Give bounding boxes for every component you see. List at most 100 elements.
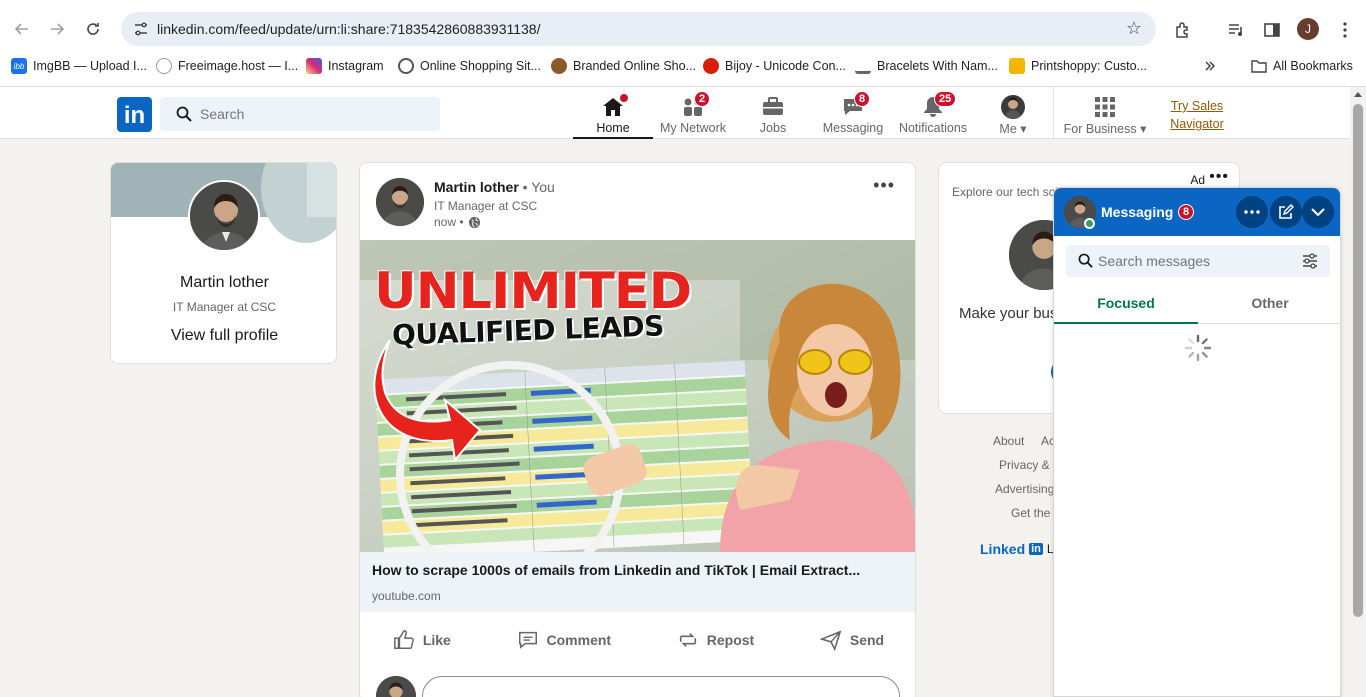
address-bar[interactable]: linkedin.com/feed/update/urn:li:share:71… bbox=[121, 12, 1156, 46]
folder-icon bbox=[1251, 60, 1267, 73]
scroll-up-icon[interactable] bbox=[1354, 92, 1362, 97]
bookmark-item[interactable]: ibb ImgBB — Upload I... bbox=[11, 57, 147, 75]
like-label: Like bbox=[422, 632, 451, 648]
footer-link-advertising[interactable]: Advertising bbox=[995, 482, 1054, 496]
browser-toolbar: linkedin.com/feed/update/urn:li:share:71… bbox=[0, 9, 1366, 49]
browser-menu-icon[interactable] bbox=[1334, 19, 1356, 41]
url-text[interactable]: linkedin.com/feed/update/urn:li:share:71… bbox=[157, 21, 540, 37]
bookmark-item[interactable]: Instagram bbox=[306, 57, 384, 75]
ad-more-icon[interactable]: ••• bbox=[1209, 168, 1229, 186]
search-icon bbox=[176, 106, 192, 122]
try-sales-line1: Try Sales bbox=[1170, 99, 1224, 113]
nav-label: Messaging bbox=[822, 121, 884, 135]
link-title[interactable]: How to scrape 1000s of emails from Linke… bbox=[372, 562, 860, 578]
comment-input[interactable] bbox=[422, 676, 900, 697]
footer-link-privacy[interactable]: Privacy & bbox=[999, 458, 1050, 472]
bookmark-star-icon[interactable]: ☆ bbox=[1126, 18, 1142, 39]
linkedin-header: in Home 2 My Network Jobs 8 Messaging bbox=[0, 87, 1350, 139]
banner-shape bbox=[307, 163, 336, 217]
site-info-icon[interactable] bbox=[133, 21, 149, 37]
for-business-label: For Business bbox=[1063, 122, 1137, 136]
loading-spinner-icon bbox=[1184, 334, 1212, 362]
profile-title: IT Manager at CSC bbox=[172, 300, 277, 314]
nav-me[interactable]: Me ▾ bbox=[973, 87, 1053, 139]
post-link-preview[interactable]: How to scrape 1000s of emails from Linke… bbox=[360, 552, 915, 612]
browser-chrome: linkedin.com/feed/update/urn:li:share:71… bbox=[0, 0, 1366, 87]
post-author-avatar[interactable] bbox=[376, 178, 424, 226]
bookmarks-bar: ibb ImgBB — Upload I... Freeimage.host —… bbox=[0, 53, 1366, 79]
home-dot-badge bbox=[619, 93, 629, 103]
bell-icon: 25 bbox=[921, 91, 957, 119]
branded-shop-icon bbox=[551, 58, 567, 74]
post-link-thumbnail[interactable]: UNLIMITED QUALIFIED LEADS bbox=[360, 240, 915, 552]
send-icon bbox=[819, 630, 842, 651]
nav-label: Notifications bbox=[898, 121, 968, 135]
profile-name[interactable]: Martin lother bbox=[111, 274, 336, 292]
linkedin-logo[interactable]: in bbox=[117, 97, 152, 132]
filter-icon[interactable] bbox=[1302, 253, 1318, 269]
messaging-tabs: Focused Other bbox=[1054, 286, 1340, 324]
chevron-down-icon: ▾ bbox=[1140, 122, 1147, 136]
media-control-icon[interactable] bbox=[1225, 19, 1247, 41]
tab-focused[interactable]: Focused bbox=[1054, 286, 1198, 324]
view-full-profile-link[interactable]: View full profile bbox=[111, 327, 336, 345]
search-input[interactable] bbox=[200, 97, 430, 131]
jobs-icon bbox=[761, 95, 785, 119]
bookmark-item[interactable]: Bijoy - Unicode Con... bbox=[703, 57, 846, 75]
notifications-badge: 25 bbox=[934, 91, 957, 107]
reload-icon[interactable] bbox=[79, 15, 107, 43]
bookmark-label: ImgBB — Upload I... bbox=[33, 59, 147, 73]
bookmark-item[interactable]: Online Shopping Sit... bbox=[398, 57, 541, 75]
author-name[interactable]: Martin lother bbox=[434, 179, 519, 195]
scrollbar-thumb[interactable] bbox=[1353, 104, 1363, 617]
bookmark-item[interactable]: Freeimage.host — I... bbox=[156, 57, 298, 75]
profile-avatar[interactable] bbox=[188, 180, 260, 252]
footer-link-get-app[interactable]: Get the bbox=[1011, 506, 1050, 520]
nav-for-business[interactable]: For Business ▾ bbox=[1064, 87, 1146, 139]
bookmark-item[interactable]: Branded Online Sho... bbox=[551, 57, 696, 75]
like-button[interactable]: Like bbox=[381, 618, 463, 662]
messaging-search[interactable] bbox=[1066, 245, 1330, 277]
bookmark-label: Online Shopping Sit... bbox=[420, 59, 541, 73]
page-scrollbar[interactable] bbox=[1350, 87, 1366, 697]
imgbb-icon: ibb bbox=[11, 58, 27, 74]
global-search[interactable] bbox=[160, 97, 440, 131]
tab-other[interactable]: Other bbox=[1198, 286, 1340, 324]
extensions-icon[interactable] bbox=[1172, 19, 1194, 41]
footer-brand-in: in bbox=[1029, 543, 1043, 555]
nav-messaging[interactable]: 8 Messaging bbox=[813, 87, 893, 139]
browser-profile-avatar[interactable]: J bbox=[1297, 18, 1319, 40]
minimize-messaging-icon[interactable] bbox=[1302, 196, 1334, 228]
nav-label: Jobs bbox=[759, 121, 787, 135]
feed-post: Martin lother • You IT Manager at CSC no… bbox=[359, 162, 916, 697]
footer-brand-text: Linked bbox=[980, 541, 1026, 557]
nav-home[interactable]: Home bbox=[573, 87, 653, 139]
compose-message-icon[interactable] bbox=[1270, 196, 1302, 228]
bookmark-label: Bracelets With Nam... bbox=[877, 59, 998, 73]
messaging-options-icon[interactable] bbox=[1236, 196, 1268, 228]
back-icon[interactable] bbox=[8, 15, 36, 43]
post-author[interactable]: Martin lother • You bbox=[434, 179, 555, 195]
messaging-header[interactable]: Messaging 8 bbox=[1054, 188, 1340, 236]
bookmark-item[interactable]: Printshoppy: Custo... bbox=[1009, 57, 1147, 75]
post-more-icon[interactable]: ••• bbox=[873, 175, 895, 196]
bookmark-item[interactable]: Bracelets With Nam... bbox=[855, 57, 998, 75]
forward-icon[interactable] bbox=[43, 15, 71, 43]
comment-button[interactable]: Comment bbox=[505, 618, 624, 662]
all-bookmarks[interactable]: All Bookmarks bbox=[1251, 57, 1353, 75]
avatar bbox=[1001, 95, 1025, 119]
bracelet-icon bbox=[855, 58, 871, 74]
footer-link-about[interactable]: About bbox=[993, 434, 1024, 448]
try-sales-line2: Navigator bbox=[1170, 117, 1224, 131]
side-panel-icon[interactable] bbox=[1261, 19, 1283, 41]
search-messages-input[interactable] bbox=[1098, 245, 1298, 277]
try-sales-navigator-link[interactable]: Try Sales Navigator bbox=[1160, 97, 1234, 133]
messaging-overlay: Messaging 8 Focused Other bbox=[1053, 187, 1341, 697]
more-bookmarks-icon[interactable] bbox=[1204, 57, 1216, 75]
nav-notifications[interactable]: 25 Notifications bbox=[893, 87, 973, 139]
nav-my-network[interactable]: 2 My Network bbox=[653, 87, 733, 139]
repost-button[interactable]: Repost bbox=[665, 618, 766, 662]
link-domain: youtube.com bbox=[372, 589, 441, 603]
send-button[interactable]: Send bbox=[808, 618, 896, 662]
nav-jobs[interactable]: Jobs bbox=[733, 87, 813, 139]
